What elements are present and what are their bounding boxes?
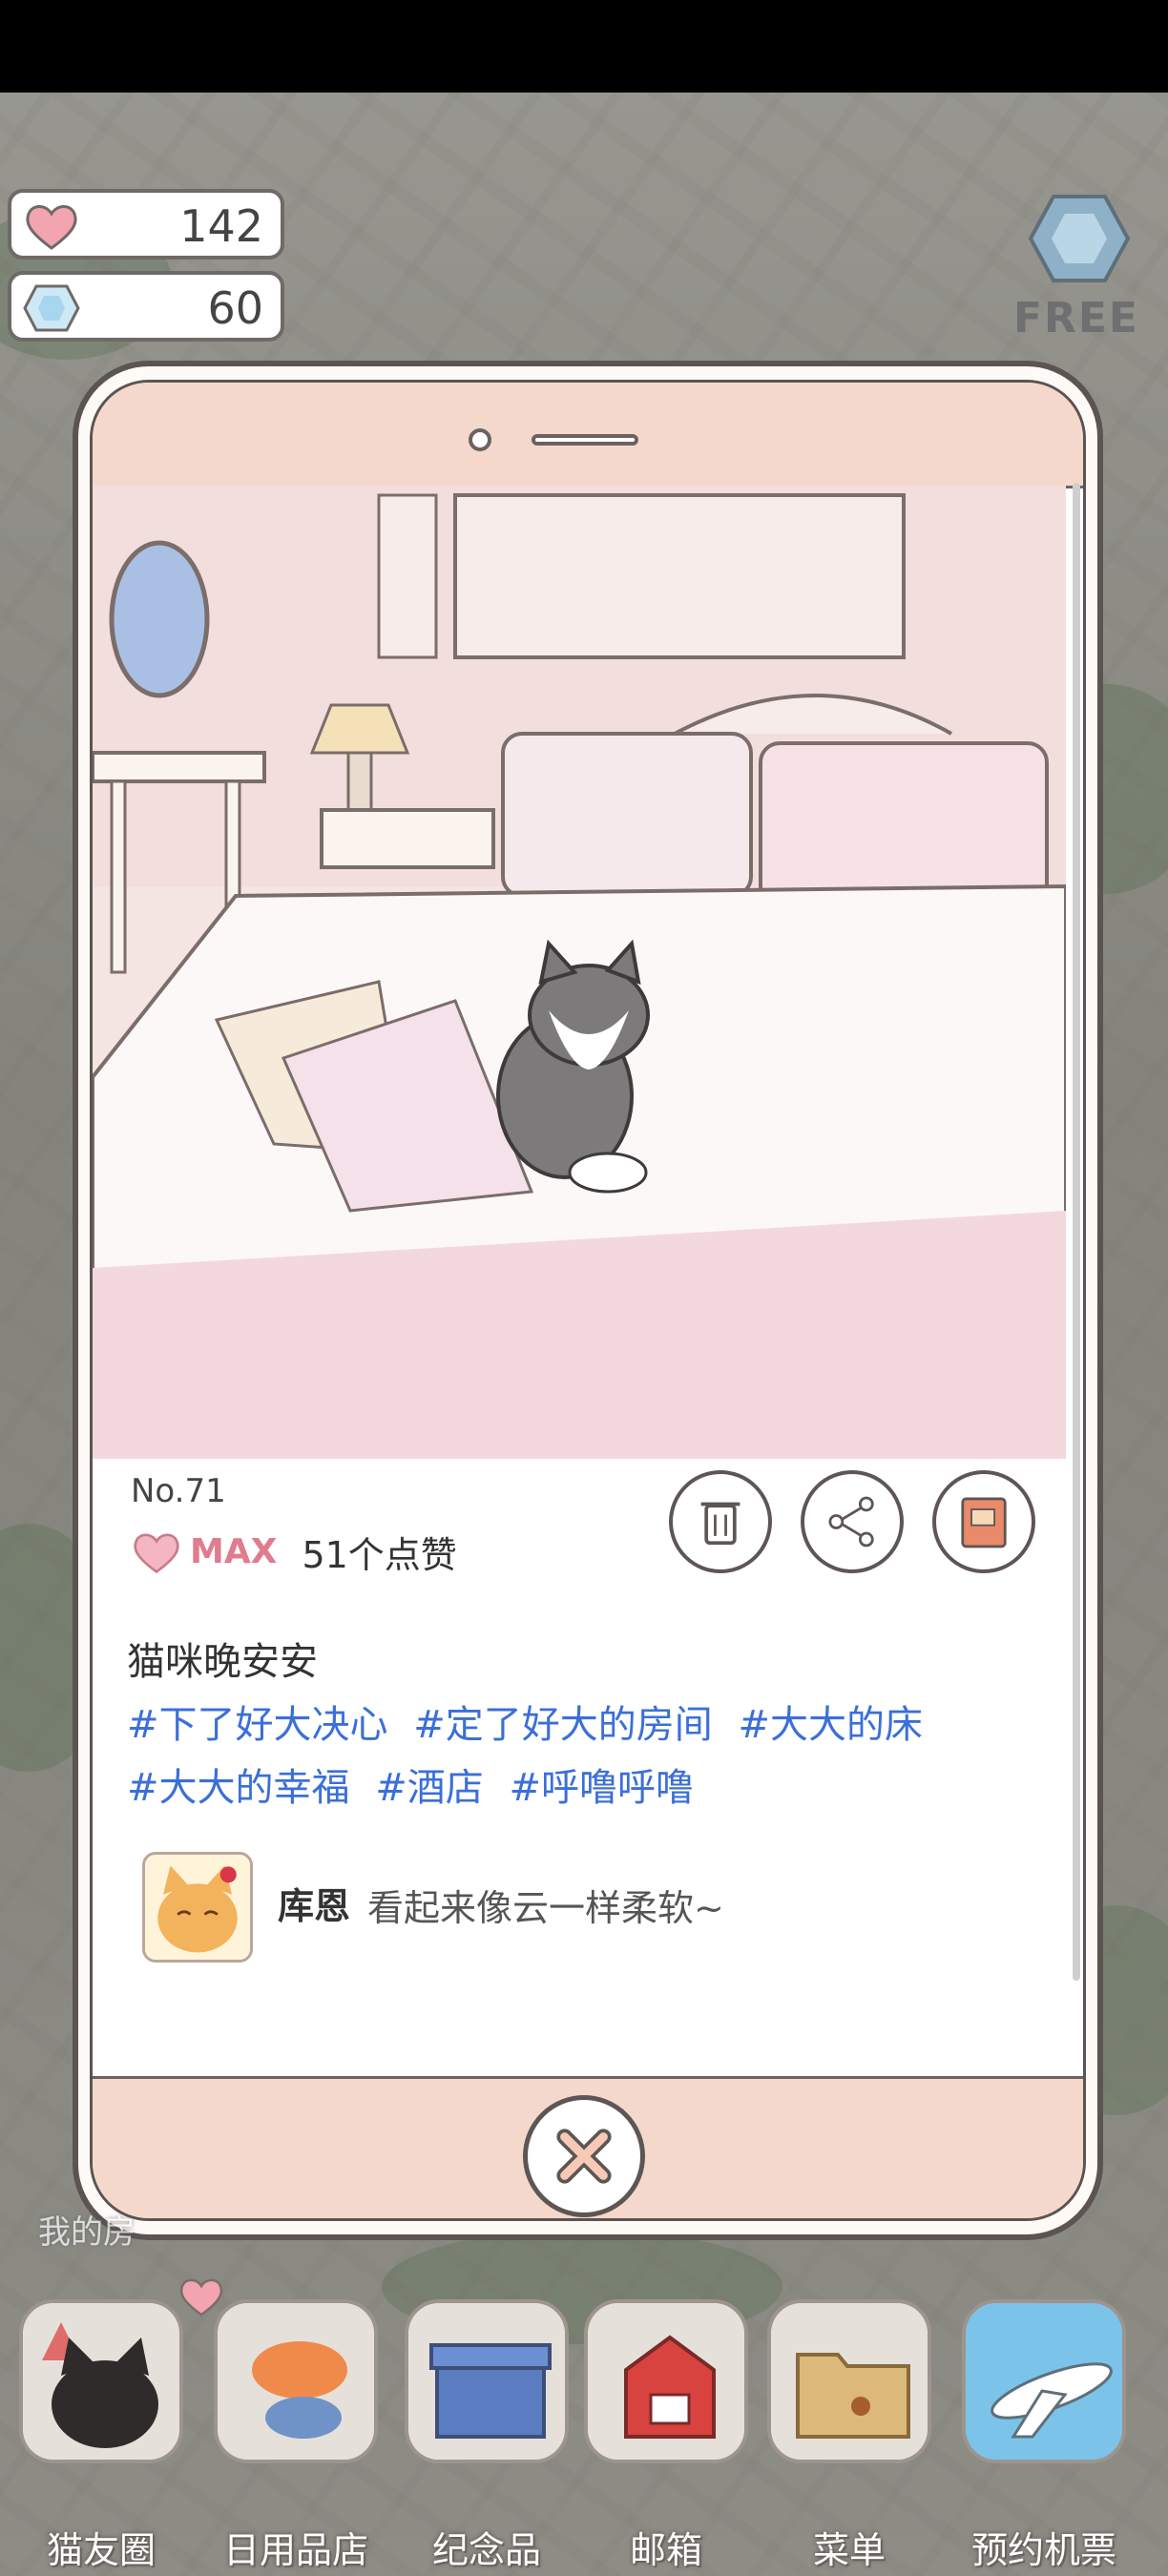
dock-item-flight[interactable]: 预约机票	[962, 2299, 1126, 2571]
share-button[interactable]	[801, 1470, 904, 1573]
close-button[interactable]	[523, 2095, 645, 2217]
heart-icon	[134, 1532, 179, 1573]
hashtag[interactable]: #酒店	[375, 1766, 484, 1810]
dock-label: 菜单	[812, 2529, 886, 2571]
post-photo	[93, 486, 1066, 1459]
cat-photo-icon	[19, 2299, 183, 2463]
my-room-label: 我的房	[38, 2213, 136, 2252]
free-gem-icon[interactable]	[1027, 191, 1132, 286]
camera-dot	[469, 428, 491, 451]
trash-icon	[700, 1502, 740, 1546]
bottom-dock: 猫友圈 日用品店 纪念品 邮箱 菜单 预约机票	[0, 2271, 1168, 2576]
hearts-counter: 142	[8, 189, 284, 260]
hashtag[interactable]: #下了好大决心	[127, 1703, 388, 1747]
share-icon	[828, 1496, 874, 1548]
hashtag[interactable]: #大大的床	[738, 1703, 923, 1747]
hashtag-list: #下了好大决心 #定了好大的房间 #大大的床 #大大的幸福 #酒店 #呼噜呼噜	[127, 1693, 1043, 1819]
post-caption: 猫咪晚安安	[127, 1640, 318, 1684]
close-icon	[556, 2129, 612, 2184]
comment-text: 看起来像云一样柔软~	[367, 1887, 724, 1929]
phone-top-bar	[93, 383, 1083, 488]
folder-icon	[767, 2299, 931, 2463]
free-label[interactable]: FREE	[1013, 294, 1139, 343]
mailbox-icon	[584, 2299, 748, 2463]
dock-label: 纪念品	[431, 2529, 541, 2571]
dock-item-cat-friends[interactable]: 猫友圈	[19, 2299, 183, 2571]
gem-icon	[23, 284, 80, 332]
hashtag[interactable]: #大大的幸福	[127, 1766, 350, 1810]
post-number: No.71	[131, 1472, 226, 1510]
dock-label: 邮箱	[629, 2529, 702, 2571]
dock-label: 日用品店	[222, 2529, 368, 2571]
post-screen: No.71 MAX 51个点赞 猫咪晚安安 #下了好大决心 #定了好大的房间 #…	[90, 380, 1086, 2221]
speaker-slot	[532, 434, 638, 446]
book-icon	[961, 1497, 1007, 1548]
dock-item-menu[interactable]: 菜单	[767, 2299, 931, 2571]
like-row: MAX 51个点赞	[131, 1526, 457, 1578]
comment-author[interactable]: 库恩	[278, 1877, 350, 1929]
airplane-icon	[962, 2299, 1126, 2463]
scrollbar[interactable]	[1073, 483, 1080, 1981]
dock-label: 预约机票	[970, 2529, 1116, 2571]
gems-value: 60	[207, 282, 263, 334]
dock-item-souvenir[interactable]: 纪念品	[405, 2299, 569, 2571]
gems-counter: 60	[8, 271, 284, 342]
dock-label: 猫友圈	[46, 2529, 156, 2571]
dock-item-mailbox[interactable]: 邮箱	[584, 2299, 748, 2571]
shop-icon	[214, 2299, 378, 2463]
box-icon	[405, 2299, 569, 2463]
hearts-value: 142	[179, 200, 263, 252]
like-level: MAX	[190, 1532, 278, 1571]
like-count: 51个点赞	[302, 1534, 457, 1576]
hashtag[interactable]: #呼噜呼噜	[509, 1766, 694, 1810]
dock-item-shop[interactable]: 日用品店	[214, 2299, 378, 2571]
comment-row: 库恩 看起来像云一样柔软~	[142, 1852, 1039, 1966]
trash-button[interactable]	[669, 1470, 772, 1573]
hashtag[interactable]: #定了好大的房间	[413, 1703, 713, 1747]
avatar[interactable]	[142, 1852, 253, 1963]
heart-icon	[26, 205, 77, 250]
album-button[interactable]	[932, 1470, 1035, 1573]
